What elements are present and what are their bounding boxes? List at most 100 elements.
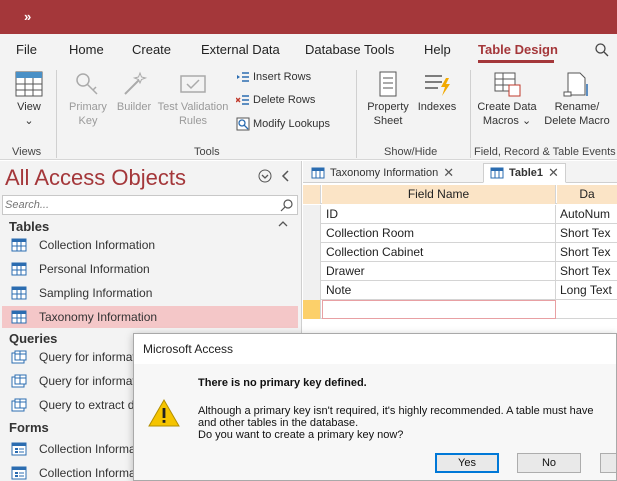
- lookup-icon: [236, 117, 250, 131]
- data-type-cell[interactable]: Short Tex: [557, 243, 617, 262]
- nav-item-label: Sampling Information: [39, 286, 153, 300]
- tab-home[interactable]: Home: [69, 42, 104, 57]
- insert-rows-button[interactable]: Insert Rows: [236, 71, 311, 83]
- column-header-data-type[interactable]: Da: [557, 185, 617, 204]
- search-icon[interactable]: [280, 198, 294, 212]
- section-header-queries[interactable]: Queries: [9, 331, 57, 346]
- tab-help[interactable]: Help: [424, 42, 451, 57]
- field-name-cell[interactable]: Note: [322, 281, 556, 300]
- dialog-message-line-3: Do you want to create a primary key now?: [198, 429, 404, 441]
- group-label-show-hide: Show/Hide: [384, 146, 438, 158]
- grid-header-row: Field Name Da: [303, 185, 617, 204]
- nav-table-personal-information[interactable]: Personal Information: [2, 258, 298, 280]
- section-header-forms[interactable]: Forms: [9, 420, 49, 435]
- nav-item-label: Collection Informa: [39, 466, 136, 480]
- test-validation-rules-button[interactable]: Test Validation Rules: [154, 70, 232, 128]
- insert-rows-label: Insert Rows: [253, 71, 312, 83]
- doc-tab-table1[interactable]: Table1 ✕: [483, 163, 566, 183]
- primary-key-label-1: Primary: [69, 101, 107, 113]
- form-icon: [11, 466, 27, 480]
- row-selector[interactable]: [303, 185, 321, 204]
- document-tabs: Taxonomy Information ✕ Table1 ✕: [303, 161, 617, 183]
- field-name-cell[interactable]: Drawer: [322, 262, 556, 281]
- delete-rows-label: Delete Rows: [253, 94, 316, 106]
- row-selector-current[interactable]: [303, 300, 321, 319]
- nav-search-box: [2, 195, 298, 215]
- table-row: Collection Cabinet Short Tex: [303, 243, 617, 262]
- quick-access-overflow-button[interactable]: »: [24, 9, 31, 24]
- field-name-cell-new[interactable]: [322, 300, 556, 319]
- builder-button[interactable]: Builder: [112, 70, 156, 114]
- property-sheet-button[interactable]: Property Sheet: [362, 70, 414, 128]
- data-type-cell[interactable]: Short Tex: [557, 262, 617, 281]
- ribbon-separator: [56, 70, 57, 158]
- doc-tab-label: Taxonomy Information: [330, 167, 439, 179]
- chevron-up-icon[interactable]: [277, 219, 289, 229]
- ribbon-separator: [356, 70, 357, 158]
- rename-delete-macro-button[interactable]: Rename/ Delete Macro: [540, 70, 614, 128]
- table-icon: [11, 286, 27, 300]
- test-validation-label-2: Rules: [178, 115, 208, 127]
- test-validation-label-1: Test Validation: [157, 101, 229, 113]
- yes-button[interactable]: Yes: [435, 453, 499, 473]
- dialog-body: There is no primary key defined. Althoug…: [134, 364, 616, 480]
- tab-file[interactable]: File: [16, 42, 37, 57]
- data-type-cell-new[interactable]: [557, 300, 617, 319]
- nav-table-taxonomy-information[interactable]: Taxonomy Information: [2, 306, 298, 328]
- nav-table-sampling-information[interactable]: Sampling Information: [2, 282, 298, 304]
- table-icon: [11, 310, 27, 324]
- field-name-cell[interactable]: Collection Room: [322, 224, 556, 243]
- key-icon: [76, 73, 98, 95]
- row-selector[interactable]: [303, 281, 321, 300]
- collapse-pane-icon[interactable]: [280, 169, 290, 183]
- query-icon: [11, 398, 27, 412]
- section-header-tables[interactable]: Tables: [9, 219, 49, 234]
- row-selector[interactable]: [303, 224, 321, 243]
- table-row: ID AutoNum: [303, 205, 617, 224]
- property-sheet-label-2: Sheet: [373, 115, 403, 127]
- data-type-cell[interactable]: Long Text: [557, 281, 617, 300]
- indexes-label: Indexes: [417, 101, 457, 113]
- primary-key-button[interactable]: Primary Key: [64, 70, 112, 128]
- row-selector[interactable]: [303, 262, 321, 281]
- search-icon[interactable]: [594, 42, 610, 58]
- tab-database-tools[interactable]: Database Tools: [305, 42, 394, 57]
- tab-create[interactable]: Create: [132, 42, 171, 57]
- data-macro-icon: [494, 72, 521, 97]
- column-header-field-name[interactable]: Field Name: [322, 185, 556, 204]
- data-type-cell[interactable]: AutoNum: [557, 205, 617, 224]
- nav-item-label: Taxonomy Information: [39, 310, 158, 324]
- tab-table-design[interactable]: Table Design: [478, 42, 558, 57]
- close-icon[interactable]: ✕: [548, 165, 559, 181]
- dialog-title: Microsoft Access: [134, 334, 616, 364]
- view-button[interactable]: View ⌄: [8, 70, 50, 128]
- rename-macro-icon: [563, 72, 588, 97]
- nav-pane-title[interactable]: All Access Objects: [5, 165, 186, 191]
- no-button[interactable]: No: [517, 453, 581, 473]
- indexes-button[interactable]: Indexes: [414, 70, 460, 114]
- nav-item-label: Query to extract da: [39, 398, 142, 412]
- magic-wand-icon: [124, 71, 148, 95]
- ribbon: View ⌄ Primary Key Builder Test Validati…: [0, 64, 617, 160]
- field-name-cell[interactable]: ID: [322, 205, 556, 224]
- delete-rows-button[interactable]: Delete Rows: [236, 94, 315, 106]
- nav-table-collection-information[interactable]: Collection Information: [2, 234, 298, 256]
- modify-lookups-button[interactable]: Modify Lookups: [236, 117, 330, 131]
- nav-item-label: Query for informat: [39, 374, 136, 388]
- doc-tab-taxonomy-information[interactable]: Taxonomy Information ✕: [305, 163, 460, 183]
- query-icon: [11, 350, 27, 364]
- close-icon[interactable]: ✕: [443, 165, 454, 181]
- create-data-macros-button[interactable]: Create Data Macros ⌄: [474, 70, 540, 128]
- active-tab-underline: [478, 60, 554, 63]
- nav-menu-dropdown-icon[interactable]: [258, 169, 272, 183]
- group-label-field-record-table-events: Field, Record & Table Events: [474, 146, 616, 158]
- nav-search-input[interactable]: [5, 198, 275, 212]
- rename-delete-macro-label-2: Delete Macro: [544, 115, 610, 127]
- row-selector[interactable]: [303, 243, 321, 262]
- data-type-cell[interactable]: Short Tex: [557, 224, 617, 243]
- delete-rows-icon: [236, 95, 249, 105]
- row-selector[interactable]: [303, 205, 321, 224]
- cancel-button[interactable]: [600, 453, 616, 473]
- tab-external-data[interactable]: External Data: [201, 42, 280, 57]
- field-name-cell[interactable]: Collection Cabinet: [322, 243, 556, 262]
